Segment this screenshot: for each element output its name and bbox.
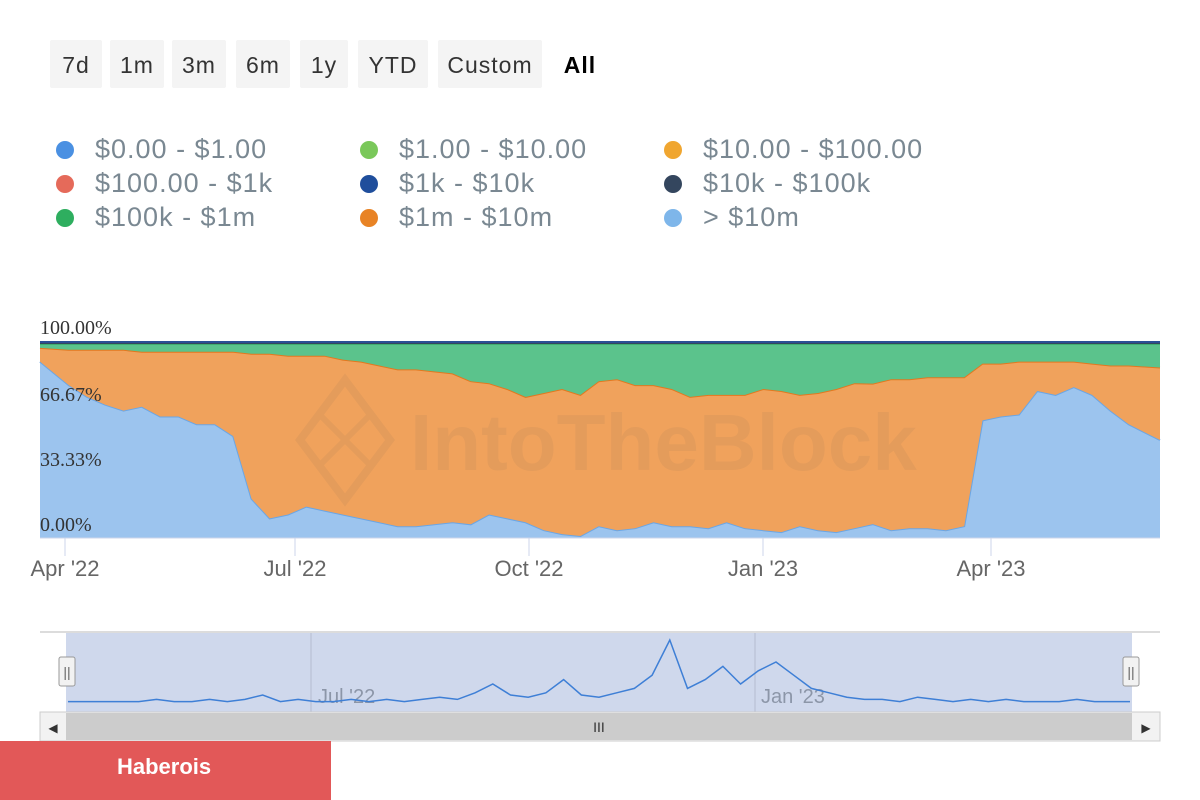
legend-label: $10.00 - $100.00 [703,134,924,164]
watermark-text: IntoTheBlock [410,398,917,487]
legend-dot-icon [664,175,682,193]
navigator-left-handle[interactable]: || [58,656,76,687]
scroll-right-arrow-icon[interactable]: ▶ [1141,721,1151,735]
legend-label: > $10m [703,202,800,232]
handle-grip-icon: || [1127,664,1134,680]
price-distribution-chart: IntoTheBlock 0.00% 33.33% 66.67% 100.00% Ap… [30,317,1161,742]
range-button-ytd[interactable]: YTD [358,40,428,88]
handle-grip-icon: || [63,664,70,680]
legend-dot-icon [360,141,378,159]
range-button-6m[interactable]: 6m [236,40,290,88]
range-button-7d[interactable]: 7d [50,40,102,88]
y-tick-label: 0.00% [40,514,92,536]
x-tick-label: Apr '23 [956,556,1025,581]
legend-dot-icon [360,175,378,193]
scrollbar-grip-icon: III [593,719,605,735]
range-button-all[interactable]: All [560,40,600,88]
legend-dot-icon [56,175,74,193]
legend-label: $1.00 - $10.00 [399,134,588,164]
range-button-1m[interactable]: 1m [110,40,164,88]
navigator-right-handle[interactable]: || [1122,656,1140,687]
legend-dot-icon [360,209,378,227]
legend-dot-icon [664,141,682,159]
legend-label: $100k - $1m [95,202,257,232]
x-tick-label: Oct '22 [494,556,563,581]
x-tick-label: Jan '23 [728,556,798,581]
scroll-left-arrow-icon[interactable]: ◀ [48,721,58,735]
brand-banner: Haberois [0,741,331,800]
navigator-label: Jul '22 [318,686,375,708]
x-axis: Apr '22 Jul '22 Oct '22 Jan '23 Apr '23 [30,538,1026,581]
x-tick-label: Apr '22 [30,556,99,581]
legend-dot-icon [664,209,682,227]
legend-dot-icon [56,141,74,159]
legend-label: $10k - $100k [703,168,872,198]
range-button-1y[interactable]: 1y [300,40,348,88]
y-tick-label: 66.67% [40,384,102,406]
legend-dot-icon [56,209,74,227]
legend-label: $1m - $10m [399,202,554,232]
brand-banner-label: Haberois [117,754,212,779]
x-tick-label: Jul '22 [264,556,327,581]
legend-label: $100.00 - $1k [95,168,274,198]
legend-label: $0.00 - $1.00 [95,134,268,164]
y-tick-label: 100.00% [40,317,112,339]
legend-label: $1k - $10k [399,168,536,198]
chart-legend: $0.00 - $1.00 $1.00 - $10.00 $10.00 - $100… [56,132,1056,242]
navigator[interactable]: Jul '22 Jan '23 || || III ◀ ▶ [39,631,1161,742]
y-tick-label: 33.33% [40,449,102,471]
range-button-3m[interactable]: 3m [172,40,226,88]
range-button-custom[interactable]: Custom [438,40,542,88]
